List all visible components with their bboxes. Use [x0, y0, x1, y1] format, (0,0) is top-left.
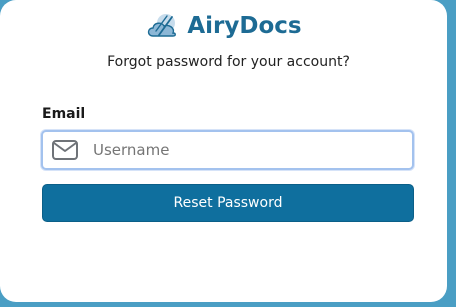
cloud-logo-icon — [148, 14, 177, 37]
brand-header: AiryDocs — [0, 9, 447, 43]
email-input[interactable] — [93, 132, 403, 168]
envelope-icon — [52, 140, 78, 160]
brand-name: AiryDocs — [187, 12, 302, 39]
email-label: Email — [42, 106, 86, 122]
reset-password-button[interactable]: Reset Password — [42, 184, 414, 222]
forgot-password-card: AiryDocs Forgot password for your accoun… — [0, 0, 447, 302]
email-field[interactable] — [41, 130, 414, 170]
page-subtitle: Forgot password for your account? — [107, 54, 350, 70]
